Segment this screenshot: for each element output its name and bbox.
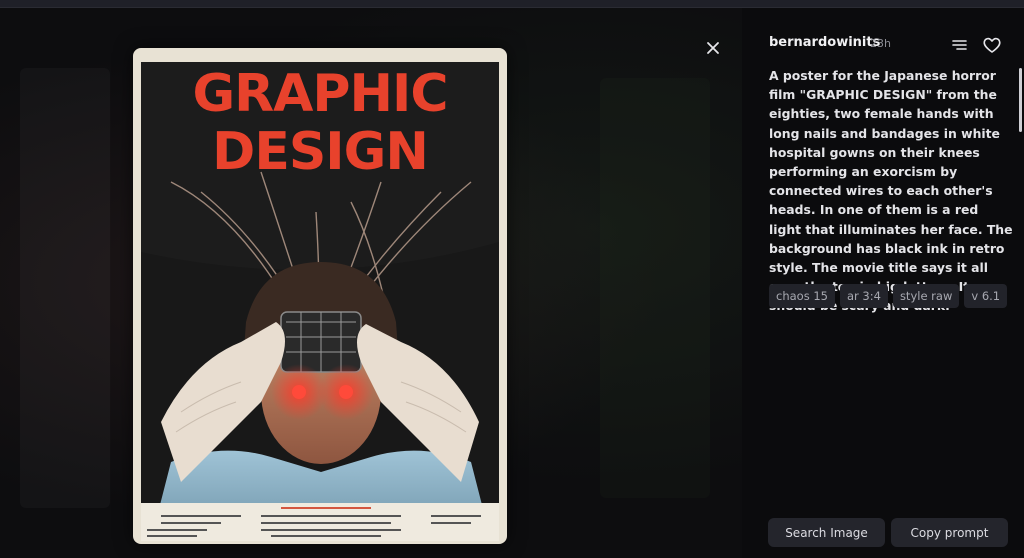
background-blur xyxy=(20,68,110,508)
close-icon xyxy=(707,42,719,54)
post-time: 23h xyxy=(870,37,891,50)
poster-title-line1: GRAPHIC xyxy=(192,64,448,124)
close-button[interactable] xyxy=(700,35,726,61)
parameter-tags: chaos 15 ar 3:4 style raw v 6.1 xyxy=(769,284,1008,308)
like-button[interactable] xyxy=(982,35,1002,55)
tag-version[interactable]: v 6.1 xyxy=(964,284,1008,308)
copy-prompt-button[interactable]: Copy prompt xyxy=(891,518,1008,547)
background-blur xyxy=(600,78,710,498)
menu-button[interactable] xyxy=(950,36,970,54)
search-image-button[interactable]: Search Image xyxy=(768,518,885,547)
poster-image[interactable]: GRAPHIC DESIGN xyxy=(133,48,507,544)
username-link[interactable]: bernardowinits xyxy=(769,35,880,50)
poster-artwork: GRAPHIC DESIGN xyxy=(141,62,499,540)
menu-lines-icon xyxy=(952,40,967,50)
details-panel: bernardowinits 23h A poster for the Japa… xyxy=(742,8,1024,558)
tag-aspect-ratio[interactable]: ar 3:4 xyxy=(839,284,888,308)
poster-title-line2: DESIGN xyxy=(212,122,429,182)
image-viewer: GRAPHIC DESIGN xyxy=(0,8,742,558)
tag-chaos[interactable]: chaos 15 xyxy=(769,284,835,308)
top-bar xyxy=(0,0,1024,8)
poster-credits xyxy=(141,503,499,541)
heart-icon xyxy=(983,37,1001,53)
prompt-text: A poster for the Japanese horror film "G… xyxy=(769,68,1013,313)
tag-style[interactable]: style raw xyxy=(892,284,960,308)
scrollbar[interactable] xyxy=(1019,68,1022,132)
